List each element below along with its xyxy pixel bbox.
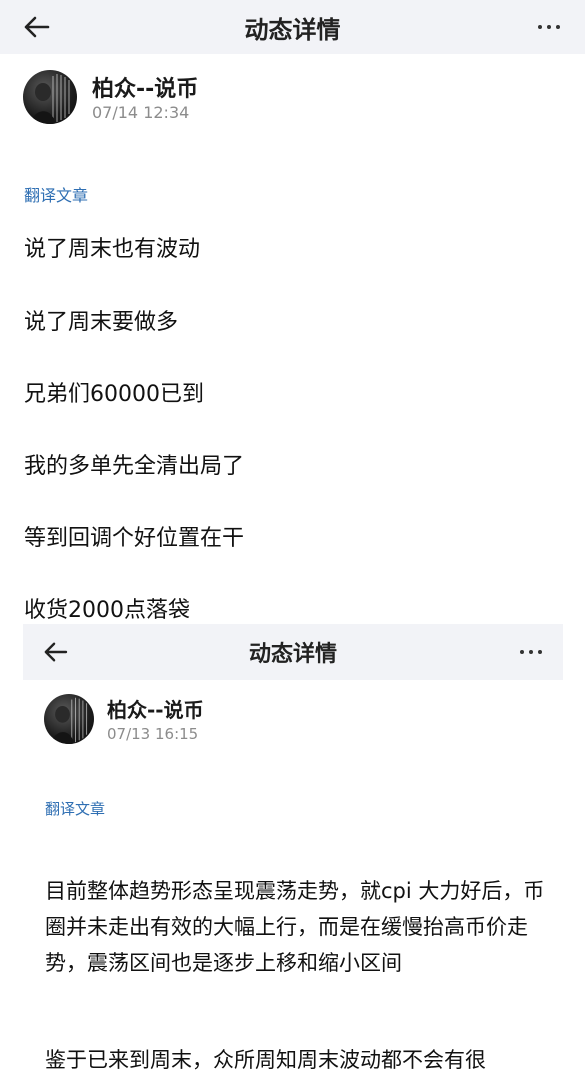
embedded-author-name: 柏众--说币 (107, 698, 204, 722)
post-line: 等到回调个好位置在干 (24, 526, 245, 551)
post-line: 说了周末也有波动 (24, 237, 201, 262)
back-button[interactable] (18, 9, 54, 45)
avatar-image-icon (31, 74, 70, 124)
translate-link[interactable]: 翻译文章 (24, 182, 88, 206)
more-dots-icon (538, 25, 560, 29)
embedded-back-button (37, 634, 73, 670)
embedded-paragraph: 目前整体趋势形态呈现震荡走势，就cpi 大力好后，币圈并未走出有效的大幅上行，而… (45, 879, 545, 975)
post-line: 说了周末要做多 (24, 310, 179, 335)
more-dots-icon (520, 650, 542, 654)
post-line: 我的多单先全清出局了 (24, 454, 245, 479)
embedded-avatar (44, 694, 94, 744)
top-bar: 动态详情 (0, 0, 585, 54)
embedded-page-title: 动态详情 (248, 642, 337, 667)
avatar-image-icon (51, 697, 88, 744)
arrow-left-icon (44, 642, 68, 662)
avatar[interactable] (23, 70, 77, 124)
embedded-paragraph: 鉴于已来到周末，众所周知周末波动都不会有很 (45, 1048, 486, 1072)
arrow-left-icon (24, 16, 50, 38)
more-button[interactable] (531, 9, 567, 45)
embedded-translate-link: 翻译文章 (45, 800, 106, 818)
author-name[interactable]: 柏众--说币 (92, 71, 198, 103)
post-line: 兄弟们60000已到 (24, 382, 204, 407)
post-time: 07/14 12:34 (92, 103, 190, 122)
embedded-more-button (513, 634, 549, 670)
embedded-top-bar: 动态详情 (23, 624, 563, 680)
embedded-screenshot: 动态详情 柏众--说币 07/13 16:15 翻译文章 目前整体趋势形态呈现震… (23, 624, 563, 1074)
post-line: 收货2000点落袋 (24, 598, 190, 623)
page-title: 动态详情 (244, 15, 341, 44)
embedded-post-time: 07/13 16:15 (107, 725, 199, 743)
